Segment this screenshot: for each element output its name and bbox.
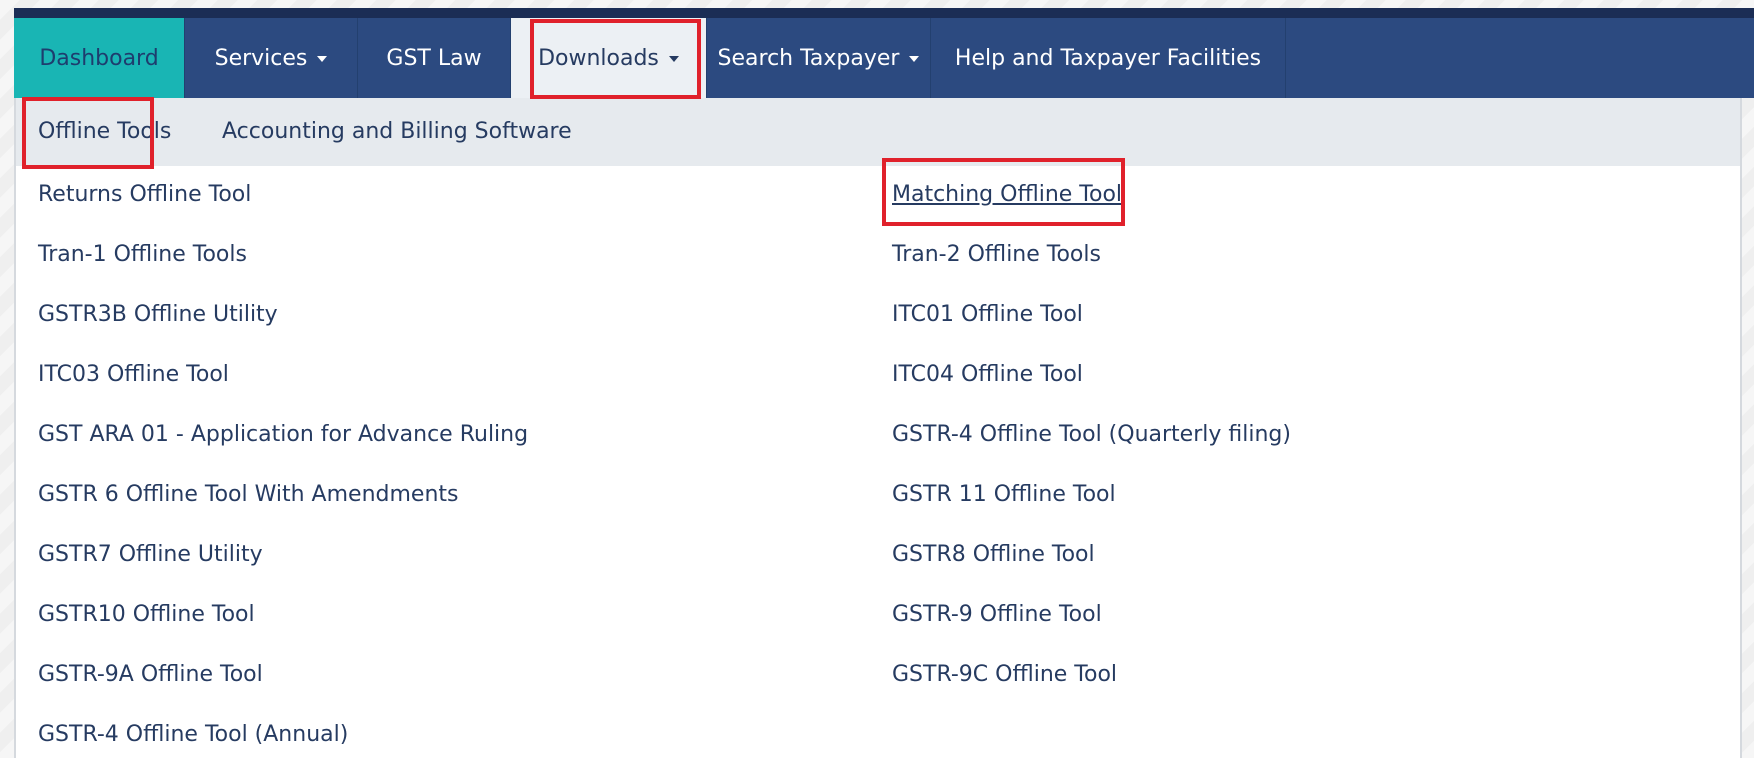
link-gst-ara-01[interactable]: GST ARA 01 - Application for Advance Rul…: [38, 422, 528, 447]
link-itc03-offline-tool[interactable]: ITC03 Offline Tool: [38, 362, 229, 387]
link-gstr-9a-offline-tool[interactable]: GSTR-9A Offline Tool: [38, 662, 263, 687]
link-tran-2-offline-tools[interactable]: Tran-2 Offline Tools: [892, 242, 1101, 267]
nav-search-taxpayer-label: Search Taxpayer: [717, 45, 900, 71]
nav-help-label: Help and Taxpayer Facilities: [954, 45, 1262, 71]
link-gstr11-offline-tool[interactable]: GSTR 11 Offline Tool: [892, 482, 1116, 507]
link-gstr3b-offline-utility[interactable]: GSTR3B Offline Utility: [38, 302, 278, 327]
chevron-down-icon: [668, 56, 679, 62]
link-matching-offline-tool[interactable]: Matching Offline Tool: [892, 182, 1122, 207]
link-gstr-4-annual-offline-tool[interactable]: GSTR-4 Offline Tool (Annual): [38, 722, 348, 747]
downloads-dropdown: Offline Tools Accounting and Billing Sof…: [14, 98, 1742, 758]
chevron-down-icon: [317, 56, 328, 62]
nav-search-taxpayer[interactable]: Search Taxpayer: [707, 18, 931, 98]
nav-dashboard-label: Dashboard: [39, 45, 159, 71]
chevron-down-icon: [909, 56, 920, 62]
main-navbar: Dashboard Services GST Law Downloads Sea…: [14, 18, 1754, 98]
link-gstr6-offline-tool[interactable]: GSTR 6 Offline Tool With Amendments: [38, 482, 458, 507]
subtab-offline-tools[interactable]: Offline Tools: [38, 119, 171, 144]
nav-services[interactable]: Services: [185, 18, 358, 98]
link-gstr8-offline-tool[interactable]: GSTR8 Offline Tool: [892, 542, 1095, 567]
nav-downloads-label: Downloads: [538, 45, 659, 71]
subtab-accounting-billing-software[interactable]: Accounting and Billing Software: [222, 119, 572, 144]
nav-help-taxpayer-facilities[interactable]: Help and Taxpayer Facilities: [931, 18, 1286, 98]
nav-gst-law[interactable]: GST Law: [358, 18, 511, 98]
link-gstr7-offline-utility[interactable]: GSTR7 Offline Utility: [38, 542, 263, 567]
link-itc01-offline-tool[interactable]: ITC01 Offline Tool: [892, 302, 1083, 327]
nav-dashboard[interactable]: Dashboard: [14, 18, 185, 98]
nav-downloads[interactable]: Downloads: [511, 18, 707, 98]
link-gstr-4-quarterly-offline-tool[interactable]: GSTR-4 Offline Tool (Quarterly filing): [892, 422, 1291, 447]
link-tran-1-offline-tools[interactable]: Tran-1 Offline Tools: [38, 242, 247, 267]
link-gstr10-offline-tool[interactable]: GSTR10 Offline Tool: [38, 602, 255, 627]
nav-gst-law-label: GST Law: [386, 45, 482, 71]
link-itc04-offline-tool[interactable]: ITC04 Offline Tool: [892, 362, 1083, 387]
nav-services-label: Services: [214, 45, 308, 71]
link-gstr-9-offline-tool[interactable]: GSTR-9 Offline Tool: [892, 602, 1102, 627]
link-returns-offline-tool[interactable]: Returns Offline Tool: [38, 182, 251, 207]
top-strip: [14, 8, 1754, 18]
downloads-subtabs: Offline Tools Accounting and Billing Sof…: [16, 98, 1740, 166]
link-gstr-9c-offline-tool[interactable]: GSTR-9C Offline Tool: [892, 662, 1117, 687]
page-background: Dashboard Services GST Law Downloads Sea…: [0, 0, 1754, 758]
